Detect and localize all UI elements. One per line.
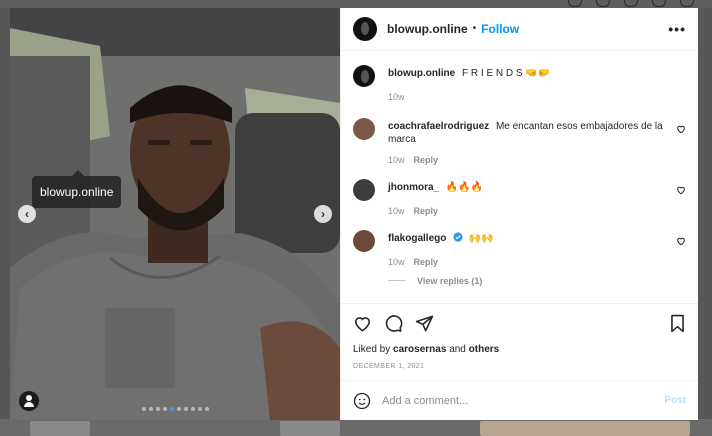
likes-prefix: Liked by xyxy=(353,344,391,356)
carousel-prev-button[interactable]: ‹ xyxy=(18,205,36,223)
verified-badge-icon xyxy=(453,232,463,242)
comment-item: coachrafaelrodriguez Me encantan esos em… xyxy=(353,117,686,167)
caption-text: F R I E N D S 🤜🤛 xyxy=(462,67,551,79)
reply-button[interactable]: Reply xyxy=(414,257,439,267)
heart-icon[interactable] xyxy=(676,236,686,246)
carousel-dot xyxy=(155,407,160,411)
comment-item: flakogallego 🙌🙌 10w Reply xyxy=(353,229,686,269)
post-date: DECEMBER 1, 2021 xyxy=(353,363,425,371)
more-horizontal-icon[interactable]: ••• xyxy=(668,21,686,37)
post-modal: blowup.online ‹ › blowup.online • Follow… xyxy=(10,8,698,420)
comment-text: 🙌🙌 xyxy=(468,232,494,244)
background-thumbnail xyxy=(280,421,340,436)
tagged-users-icon[interactable] xyxy=(19,391,39,411)
reply-button[interactable]: Reply xyxy=(414,206,439,216)
comment-text: 🔥🔥🔥 xyxy=(445,181,484,193)
carousel-dot xyxy=(204,407,209,411)
comments-list[interactable]: blowup.online F R I E N D S 🤜🤛 10w coach… xyxy=(341,51,698,303)
comment-time: 10w xyxy=(388,205,405,216)
view-replies-button[interactable]: View replies (1) xyxy=(388,276,686,286)
comment-time: 10w xyxy=(388,256,405,267)
carousel-dot xyxy=(162,407,167,411)
likes-others-link[interactable]: others xyxy=(469,344,500,355)
comment-time: 10w xyxy=(388,154,405,165)
carousel-next-button[interactable]: › xyxy=(314,205,332,223)
post-header: blowup.online • Follow ••• xyxy=(341,8,698,51)
bookmark-icon[interactable] xyxy=(669,314,686,333)
carousel-dot xyxy=(190,407,195,411)
follow-button[interactable]: Follow xyxy=(481,22,519,36)
background-thumbnail xyxy=(30,421,90,436)
background-nav-icons xyxy=(568,0,694,7)
comment-input[interactable] xyxy=(380,393,665,408)
carousel-indicator xyxy=(10,407,340,411)
carousel-dot xyxy=(176,407,181,411)
avatar[interactable] xyxy=(353,64,375,87)
reply-button[interactable]: Reply xyxy=(414,155,439,165)
photo-user-tag[interactable]: blowup.online xyxy=(32,170,122,208)
share-icon[interactable] xyxy=(415,314,434,333)
carousel-dot xyxy=(197,407,202,411)
action-bar xyxy=(341,303,698,343)
likes-conj: and xyxy=(449,344,466,356)
heart-icon[interactable] xyxy=(353,314,372,333)
avatar[interactable] xyxy=(353,117,375,140)
separator-dot: • xyxy=(472,23,477,35)
background-thumbnail xyxy=(480,421,690,436)
carousel-dot xyxy=(183,407,188,411)
comment-username[interactable]: jhonmora_ xyxy=(388,182,439,193)
comment-username[interactable]: coachrafaelrodriguez xyxy=(388,121,489,132)
comment-item: jhonmora_ 🔥🔥🔥 10w Reply xyxy=(353,178,686,218)
background-top-bar xyxy=(0,0,712,8)
emoji-icon[interactable] xyxy=(353,392,371,410)
photo-image xyxy=(10,8,340,420)
heart-icon[interactable] xyxy=(676,124,686,134)
comment-icon[interactable] xyxy=(384,314,403,333)
post-photo[interactable]: blowup.online ‹ › xyxy=(10,8,340,420)
caption-username[interactable]: blowup.online xyxy=(388,68,455,79)
carousel-dot xyxy=(148,407,153,411)
liker-username[interactable]: carosernas xyxy=(393,344,446,355)
avatar[interactable] xyxy=(353,229,375,252)
caption: blowup.online F R I E N D S 🤜🤛 10w xyxy=(353,64,686,104)
comment-username[interactable]: flakogallego xyxy=(388,233,446,244)
add-comment-bar: Post xyxy=(341,380,698,420)
post-author-username[interactable]: blowup.online xyxy=(387,22,468,36)
carousel-dot xyxy=(169,407,174,411)
caption-time: 10w xyxy=(388,91,405,102)
carousel-dot xyxy=(141,407,146,411)
avatar[interactable] xyxy=(353,178,375,201)
avatar[interactable] xyxy=(353,16,377,41)
heart-icon[interactable] xyxy=(676,185,686,195)
post-sidebar: blowup.online • Follow ••• blowup.online… xyxy=(340,8,698,420)
likes-summary: Liked by carosernas and others xyxy=(341,343,698,363)
post-button[interactable]: Post xyxy=(664,395,686,406)
